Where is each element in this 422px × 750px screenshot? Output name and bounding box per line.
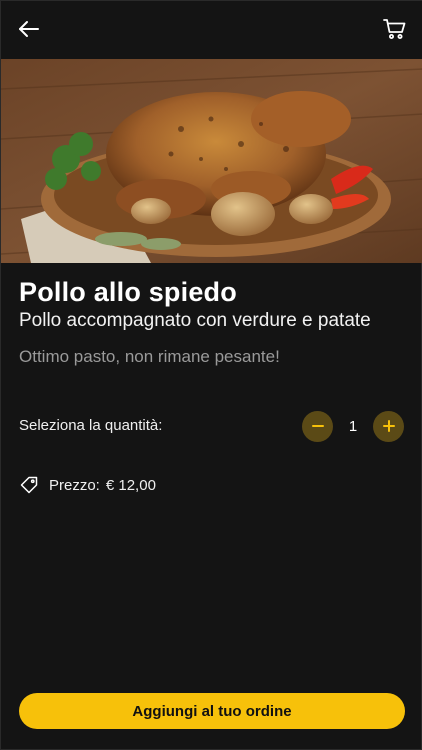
product-title: Pollo allo spiedo: [19, 277, 237, 307]
quantity-stepper: 1: [302, 410, 404, 442]
increment-button[interactable]: [373, 410, 404, 442]
price-tag-icon: [20, 476, 38, 494]
minus-icon: [311, 425, 324, 427]
top-bar: [1, 1, 422, 59]
price-row: Prezzo: € 12,00: [19, 475, 156, 495]
product-image: [1, 59, 422, 263]
plus-icon: [382, 420, 395, 432]
price-label: Prezzo:: [49, 476, 100, 494]
arrow-left-icon: [19, 21, 39, 37]
decrement-button[interactable]: [302, 410, 333, 442]
product-subtitle: Pollo accompagnato con verdure e patate: [19, 310, 371, 331]
price-value: € 12,00: [105, 476, 156, 494]
cart-button[interactable]: [381, 15, 409, 43]
roast-chicken-photo: [1, 59, 422, 263]
shopping-cart-icon: [383, 19, 406, 39]
add-to-order-button[interactable]: Aggiungi al tuo ordine: [19, 693, 405, 729]
quantity-label: Seleziona la quantità:: [19, 417, 163, 434]
product-description: Ottimo pasto, non rimane pesante!: [19, 347, 280, 366]
back-button[interactable]: [15, 15, 43, 43]
quantity-value: 1: [348, 417, 358, 435]
